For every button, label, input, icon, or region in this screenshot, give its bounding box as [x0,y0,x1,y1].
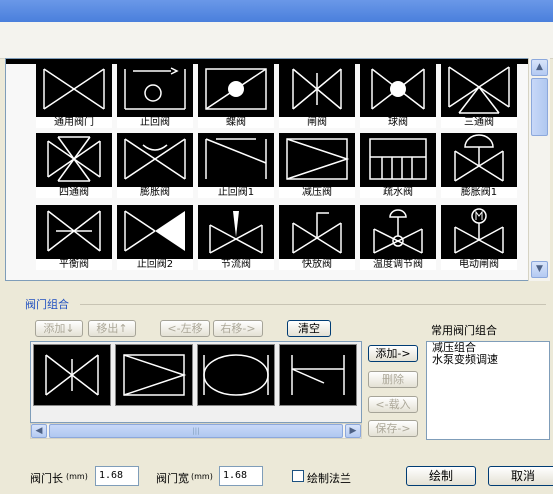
throttle-valve-icon [198,205,274,259]
valve-tile-check-1[interactable]: 止回阀1 [198,133,274,198]
arrow-down-icon[interactable]: ▼ [531,261,548,278]
arrow-left-icon[interactable]: ◀ [31,424,47,438]
valve-tile-gate[interactable]: 闸阀 [279,63,355,128]
pressure-reducing-valve-icon [279,133,355,187]
combo-pressure-reducing-icon[interactable] [115,344,193,406]
draw-flange-checkbox[interactable] [292,470,304,482]
tile-label: 疏水阀 [360,187,436,198]
check-valve-1-icon [198,133,274,187]
valve-tile-general[interactable]: 通用阀门 [36,63,112,128]
common-combos-title: 常用阀门组合 [431,324,497,337]
width-label: 阀门宽 [156,472,189,485]
valve-tile-steam-trap[interactable]: 疏水阀 [360,133,436,198]
window-title-bar [0,0,553,22]
expansion-valve-icon [117,133,193,187]
delete-button[interactable]: 删除 [368,371,418,388]
tile-label: 电动闸阀 [441,259,517,270]
tile-label: 四通阀 [36,187,112,198]
length-input[interactable]: 1.68 [95,466,139,486]
preview-scroll-thumb[interactable]: ||| [49,424,343,438]
general-valve-icon [36,63,112,117]
length-unit: (mm) [66,472,88,481]
valve-tile-ball[interactable]: 球阀 [360,63,436,128]
tile-label: 通用阀门 [36,117,112,128]
tile-label: 减压阀 [279,187,355,198]
width-unit: (mm) [191,472,213,481]
tile-label: 快放阀 [279,259,355,270]
valve-tile-temperature-control[interactable]: 温度调节阀 [360,205,436,270]
cancel-button[interactable]: 取消 [488,466,553,486]
valve-tile-butterfly[interactable]: 蝶阀 [198,63,274,128]
tile-label: 止回阀1 [198,187,274,198]
balance-valve-icon [36,205,112,259]
four-way-valve-icon [36,133,112,187]
tile-label: 止回阀 [117,117,193,128]
length-label: 阀门长 [30,472,63,485]
valve-tile-electric-gate[interactable]: 电动闸阀 [441,205,517,270]
width-input[interactable]: 1.68 [219,466,263,486]
move-right-button[interactable]: 右移-> [213,320,263,337]
add-to-common-button[interactable]: 添加-> [368,345,418,362]
tile-label: 三通阀 [441,117,517,128]
palette-scroll-thumb[interactable] [531,78,548,136]
move-left-button[interactable]: <-左移 [160,320,210,337]
combo-butterfly-valve-icon[interactable] [197,344,275,406]
save-button[interactable]: 保存-> [368,420,418,437]
three-way-valve-icon [441,63,517,117]
quick-release-valve-icon [279,205,355,259]
valve-tile-quick-release[interactable]: 快放阀 [279,205,355,270]
expansion-valve-1-icon [441,133,517,187]
group-divider [80,304,546,305]
list-item[interactable]: 水泵变频调速 [427,354,549,366]
check-valve-icon [117,63,193,117]
valve-tile-throttle[interactable]: 节流阀 [198,205,274,270]
tile-label: 温度调节阀 [360,259,436,270]
valve-tile-check-2[interactable]: 止回阀2 [117,205,193,270]
clear-button[interactable]: 清空 [287,320,331,337]
tile-label: 膨胀阀1 [441,187,517,198]
electric-gate-valve-icon [441,205,517,259]
valve-tile-pressure-reducing[interactable]: 减压阀 [279,133,355,198]
gate-valve-icon [279,63,355,117]
steam-trap-icon [360,133,436,187]
valve-tile-expansion-1[interactable]: 膨胀阀1 [441,133,517,198]
valve-tile-three-way[interactable]: 三通阀 [441,63,517,128]
valve-tile-expansion[interactable]: 膨胀阀 [117,133,193,198]
valve-tile-four-way[interactable]: 四通阀 [36,133,112,198]
load-button[interactable]: <-载入 [368,396,418,413]
ball-valve-icon [360,63,436,117]
tile-label: 节流阀 [198,259,274,270]
common-combos-list[interactable]: 减压组合 水泵变频调速 [426,341,550,440]
combo-gate-valve-icon[interactable] [33,344,111,406]
preview-scrollbar[interactable]: ◀ ||| ▶ [30,423,362,439]
arrow-up-icon[interactable]: ▲ [531,59,548,76]
add-down-button[interactable]: 添加↓ [35,320,83,337]
tile-label: 止回阀2 [117,259,193,270]
valve-combination-preview [30,341,362,423]
remove-up-button[interactable]: 移出↑ [88,320,136,337]
palette-scrollbar[interactable]: ▲ ▼ [528,58,550,281]
combo-check-valve-icon[interactable] [279,344,357,406]
tile-label: 球阀 [360,117,436,128]
top-panel [0,22,553,59]
group-title: 阀门组合 [25,298,69,311]
butterfly-valve-icon [198,63,274,117]
arrow-right-icon[interactable]: ▶ [345,424,361,438]
check-valve-2-icon [117,205,193,259]
draw-flange-label: 绘制法兰 [307,472,351,485]
draw-button[interactable]: 绘制 [406,466,476,486]
valve-tile-balance[interactable]: 平衡阀 [36,205,112,270]
tile-label: 膨胀阀 [117,187,193,198]
tile-label: 闸阀 [279,117,355,128]
tile-label: 平衡阀 [36,259,112,270]
valve-tile-check[interactable]: 止回阀 [117,63,193,128]
tile-label: 蝶阀 [198,117,274,128]
temperature-control-valve-icon [360,205,436,259]
